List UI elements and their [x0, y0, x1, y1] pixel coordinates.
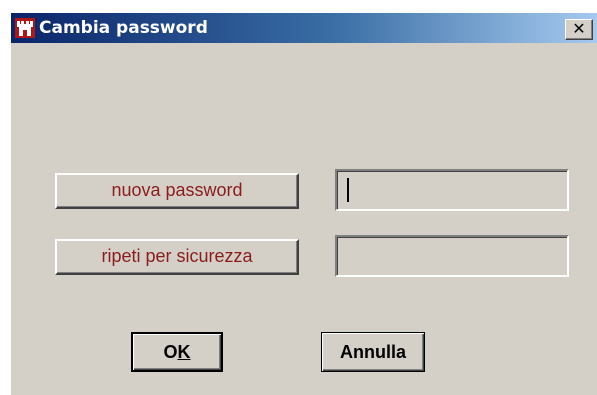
change-password-dialog: Cambia password ✕ nuova password ripeti … — [10, 12, 597, 395]
ok-button-label: O — [163, 342, 178, 362]
close-icon: ✕ — [572, 19, 586, 38]
confirm-password-field[interactable] — [335, 235, 569, 277]
new-password-field[interactable] — [335, 169, 569, 211]
cancel-button[interactable]: Annulla — [321, 332, 425, 372]
new-password-input[interactable] — [341, 173, 561, 205]
ok-button-mnemonic: K — [177, 342, 191, 362]
ok-button[interactable]: OK — [131, 332, 223, 372]
confirm-password-label: ripeti per sicurezza — [55, 239, 299, 275]
confirm-password-input[interactable] — [341, 239, 561, 271]
title-bar[interactable]: Cambia password ✕ — [11, 13, 597, 43]
window-title: Cambia password — [39, 18, 208, 38]
close-button[interactable]: ✕ — [565, 19, 593, 40]
new-password-label: nuova password — [55, 173, 299, 209]
text-caret — [347, 178, 349, 202]
castle-icon — [15, 18, 35, 38]
